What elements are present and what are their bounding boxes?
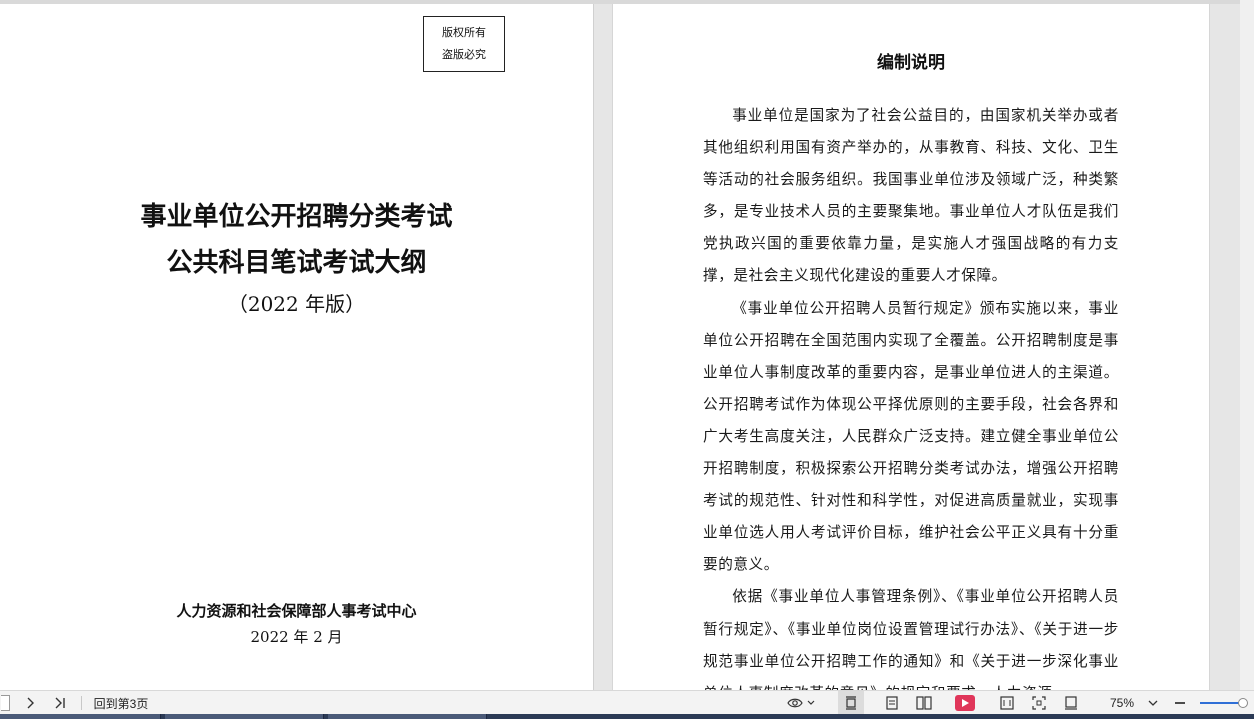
fullscreen-icon <box>1032 696 1046 710</box>
cover-title-line-1: 事业单位公开招聘分类考试 <box>140 202 453 232</box>
continuous-icon <box>886 696 898 710</box>
next-page-button[interactable] <box>18 691 42 715</box>
taskbar-window-3[interactable] <box>328 714 487 719</box>
taskbar-strip <box>0 714 1254 719</box>
read-mode-button[interactable] <box>784 691 818 715</box>
cover-edition: （2022 年版） <box>227 292 366 316</box>
cover-organization: 人力资源和社会保障部人事考试中心 <box>176 602 417 620</box>
preface-paragraph-2: 《事业单位公开招聘人员暂行规定》颁布实施以来，事业单位公开招聘在全国范围内实现了… <box>703 299 1119 574</box>
cover-date: 2022 年 2 月 <box>250 628 343 646</box>
play-icon <box>955 695 975 711</box>
document-viewport[interactable]: 版权所有 盗版必究 事业单位公开招聘分类考试 公共科目笔试考试大纲 （2022 … <box>0 0 1254 690</box>
fullscreen-button[interactable] <box>1027 691 1051 715</box>
play-slideshow-button[interactable] <box>954 691 976 715</box>
back-to-page-button[interactable]: 回到第3页 <box>88 691 154 715</box>
preface-paragraph-1: 事业单位是国家为了社会公益目的，由国家机关举办或者其他组织利用国有资产举办的，从… <box>703 107 1119 285</box>
copyright-line-1: 版权所有 <box>442 26 486 39</box>
fit-width-button[interactable] <box>995 691 1019 715</box>
chevron-down-icon <box>1148 700 1158 706</box>
copyright-notice-box: 版权所有 盗版必究 <box>423 16 505 72</box>
fit-page-button[interactable] <box>1059 691 1083 715</box>
dual-page-view-button[interactable] <box>912 691 936 715</box>
fit-page-icon <box>1065 696 1077 710</box>
zoom-slider-handle[interactable] <box>1238 698 1248 708</box>
back-to-page-label: 回到第3页 <box>93 696 149 711</box>
preface-body: 事业单位是国家为了社会公益目的，由国家机关举办或者其他组织利用国有资产举办的，从… <box>703 100 1119 690</box>
last-page-button[interactable] <box>48 691 72 715</box>
eye-icon <box>787 698 815 708</box>
last-page-icon <box>55 697 65 709</box>
zoom-level-value: 75% <box>1110 696 1135 710</box>
zoom-slider-track <box>1200 698 1248 708</box>
cover-page: 版权所有 盗版必究 事业单位公开招聘分类考试 公共科目笔试考试大纲 （2022 … <box>0 4 594 690</box>
minus-icon <box>1175 702 1185 704</box>
previous-page-button[interactable] <box>0 691 10 715</box>
preface-heading: 编制说明 <box>877 53 945 73</box>
copyright-line-2: 盗版必究 <box>442 48 486 61</box>
status-bar: 回到第3页 75% <box>0 690 1254 715</box>
preface-page: 编制说明 事业单位是国家为了社会公益目的，由国家机关举办或者其他组织利用国有资产… <box>612 4 1210 690</box>
single-page-icon <box>846 696 856 710</box>
continuous-view-button[interactable] <box>880 691 904 715</box>
vertical-scrollbar[interactable] <box>1240 0 1254 690</box>
single-page-view-button[interactable] <box>838 691 864 715</box>
taskbar-window-2[interactable] <box>165 714 324 719</box>
zoom-level-select[interactable]: 75% <box>1100 691 1164 715</box>
dual-page-icon <box>916 696 932 710</box>
chevron-right-icon <box>27 697 34 709</box>
preface-paragraph-3: 依据《事业单位人事管理条例》、《事业单位公开招聘人员暂行规定》、《事业单位岗位设… <box>703 588 1119 690</box>
cover-title-line-2: 公共科目笔试考试大纲 <box>166 248 427 278</box>
taskbar-window-1[interactable] <box>0 714 161 719</box>
fit-width-icon <box>1000 696 1014 710</box>
zoom-out-button[interactable] <box>1170 691 1190 715</box>
zoom-slider[interactable] <box>1198 691 1248 715</box>
status-separator <box>81 696 82 710</box>
